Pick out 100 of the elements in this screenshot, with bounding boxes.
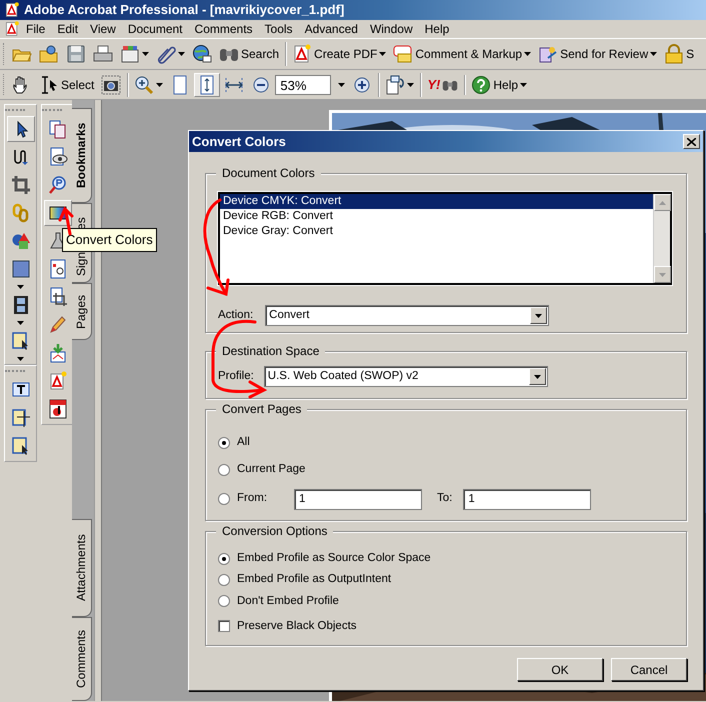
zoom-in-icon [134, 74, 154, 94]
radio-button[interactable] [218, 464, 230, 476]
caret-icon [650, 52, 658, 56]
checkbox-label: Preserve Black Objects [237, 618, 357, 634]
side-tab[interactable]: Bookmarks [72, 108, 92, 203]
scrollbar[interactable] [653, 194, 670, 283]
radio-button[interactable] [218, 436, 230, 449]
globe-icon [192, 44, 212, 64]
fit-page-button[interactable] [194, 72, 220, 96]
caret-icon [142, 52, 149, 56]
crop-icon [10, 175, 30, 195]
window-title: Adobe Acrobat Professional - [mavrikiycover_1.pdf] [24, 1, 344, 20]
list-item[interactable]: Device Gray: Convert [220, 224, 653, 239]
list-item[interactable]: Device CMYK: Convert [220, 194, 653, 209]
radio-label: All [237, 435, 250, 450]
comment-icon [393, 44, 414, 64]
list-item[interactable]: Device RGB: Convert [220, 209, 653, 224]
caret-icon [178, 52, 185, 56]
caret-icon [520, 82, 528, 86]
from-field[interactable]: 1 [294, 488, 422, 510]
square-icon [10, 259, 30, 279]
pointer-tool[interactable] [6, 116, 34, 142]
radio-button[interactable] [218, 493, 230, 505]
pages-icon [48, 119, 68, 139]
document-person-button[interactable]: Send for Review [535, 42, 660, 66]
document-arrow-icon [48, 343, 68, 363]
caret-icon [338, 83, 346, 88]
menu-item[interactable]: Window [364, 20, 419, 38]
field-label: To: [437, 491, 452, 506]
yahoo-search-button[interactable]: Y! [424, 74, 462, 94]
group-label: Destination Space [216, 343, 326, 359]
close-button[interactable] [683, 134, 700, 149]
side-tab[interactable]: Comments [72, 617, 92, 701]
preview-eye-icon [48, 147, 68, 167]
image-select-icon [10, 436, 30, 456]
radio-button[interactable] [218, 574, 230, 586]
checkbox[interactable] [218, 620, 230, 632]
caret-icon [407, 82, 414, 86]
hand-drawn-arrow [58, 206, 76, 236]
side-tab[interactable]: Attachments [72, 519, 92, 617]
menu-item[interactable]: Edit [51, 20, 84, 38]
dialog-title: Convert Colors [192, 132, 286, 151]
radio-label: From: [237, 491, 268, 506]
pencil-icon [48, 315, 68, 335]
binoculars-button[interactable]: Search [216, 42, 282, 66]
dropdown-field[interactable]: Convert [265, 305, 550, 326]
radio-label: Embed Profile as Source Color Space [237, 551, 431, 566]
menu-item[interactable]: Help [418, 20, 456, 38]
menu-item[interactable]: Comments [188, 20, 259, 38]
scroll-down-icon [659, 272, 666, 276]
zoom-out-icon [251, 74, 272, 94]
pdf-document-icon [4, 21, 20, 37]
caret-icon [156, 82, 164, 86]
radio-button[interactable] [218, 552, 230, 565]
caret-icon [535, 314, 542, 318]
tooltip: Convert Colors [62, 228, 157, 252]
side-tab[interactable]: Pages [72, 283, 92, 340]
color-space-list[interactable]: Device CMYK: Convert Device RGB: Convert Device Gray: Convert [218, 192, 672, 285]
lock-icon [664, 44, 684, 64]
caret-icon [379, 52, 386, 56]
printer-icon [93, 44, 113, 64]
caret-icon [524, 52, 532, 56]
comment-button[interactable]: Comment & Markup [390, 42, 534, 66]
menu-item[interactable]: Document [122, 20, 189, 38]
close-icon [687, 138, 696, 146]
menu-item[interactable]: View [84, 20, 122, 38]
dropdown-value: U.S. Web Coated (SWOP) v2 [268, 369, 418, 384]
pdf-document-button[interactable]: Create PDF [289, 42, 390, 66]
to-field[interactable]: 1 [463, 488, 592, 510]
pdf-media-icon [48, 399, 68, 419]
zoom-field[interactable]: 53% [275, 74, 332, 94]
chain-link-icon [10, 203, 30, 223]
scroll-up-icon [659, 200, 666, 204]
field-label: Action: [218, 308, 254, 323]
text-cursor-button[interactable]: Select [36, 72, 98, 96]
pdf-document-icon [292, 44, 312, 64]
dropdown-field[interactable]: U.S. Web Coated (SWOP) v2 [264, 366, 548, 387]
image-select-icon [10, 331, 30, 351]
menu-item[interactable]: File [20, 20, 52, 38]
radio-label: Embed Profile as OutputIntent [237, 572, 392, 588]
group-label: Conversion Options [216, 523, 334, 539]
cancel-button[interactable]: Cancel [611, 658, 687, 681]
pdf-document-icon [4, 2, 20, 18]
radio-button[interactable] [218, 595, 230, 608]
caret-icon [534, 374, 541, 378]
radio-label: Current Page [237, 462, 306, 478]
page-rotate-icon [385, 74, 406, 94]
ok-button[interactable]: OK [517, 658, 603, 681]
field-label: Profile: [218, 368, 254, 384]
lock-button[interactable]: S [661, 42, 698, 66]
pdf-document-icon [48, 371, 68, 391]
menu-item[interactable]: Advanced [298, 20, 364, 38]
help-button[interactable]: Help [468, 72, 530, 96]
help-icon [471, 74, 492, 94]
dropdown-value: Convert [269, 308, 310, 323]
radio-label: Don't Embed Profile [237, 594, 339, 608]
text-cursor-icon [39, 74, 59, 94]
3d-shapes-icon [10, 231, 30, 251]
menu-item[interactable]: Tools [258, 20, 299, 38]
zoom-in-icon [352, 74, 372, 94]
